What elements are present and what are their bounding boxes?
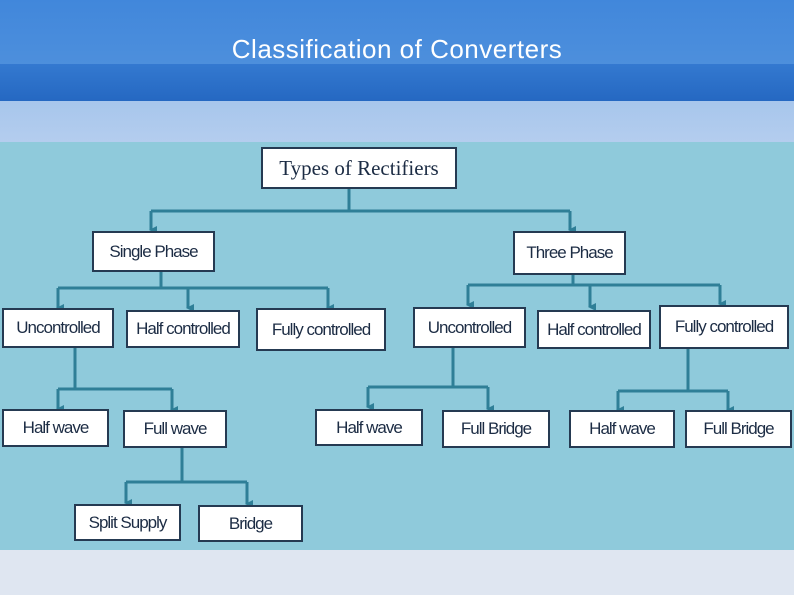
- node-tp-fc-full-bridge: Full Bridge: [685, 410, 792, 448]
- connector-three-unc-children: [368, 347, 488, 389]
- node-tp-fully-controlled: Fully controlled: [659, 305, 789, 349]
- node-tp-fc-half-wave: Half wave: [569, 410, 675, 448]
- node-tp-half-controlled: Half controlled: [537, 310, 651, 349]
- connector-three: [468, 275, 720, 287]
- node-tp-uncontrolled: Uncontrolled: [413, 307, 526, 348]
- node-tp-unc-full-bridge: Full Bridge: [442, 410, 550, 448]
- node-split-supply: Split Supply: [74, 504, 181, 541]
- node-sp-half-wave: Half wave: [2, 409, 109, 447]
- node-sp-half-controlled: Half controlled: [126, 310, 240, 348]
- node-sp-full-wave: Full wave: [123, 410, 227, 448]
- node-sp-fully-controlled: Fully controlled: [256, 308, 386, 351]
- node-tp-unc-half-wave: Half wave: [315, 409, 423, 446]
- connector-fullwave-children: [126, 447, 247, 484]
- node-single-phase: Single Phase: [92, 231, 215, 272]
- connector-root: [151, 188, 570, 213]
- node-sp-uncontrolled: Uncontrolled: [2, 308, 114, 348]
- node-bridge: Bridge: [198, 505, 303, 542]
- node-types-of-rectifiers: Types of Rectifiers: [261, 147, 457, 189]
- connector-single-unc-children: [58, 345, 172, 391]
- connector-single: [58, 271, 328, 290]
- connector-three-full-children: [618, 348, 728, 393]
- node-three-phase: Three Phase: [513, 231, 626, 275]
